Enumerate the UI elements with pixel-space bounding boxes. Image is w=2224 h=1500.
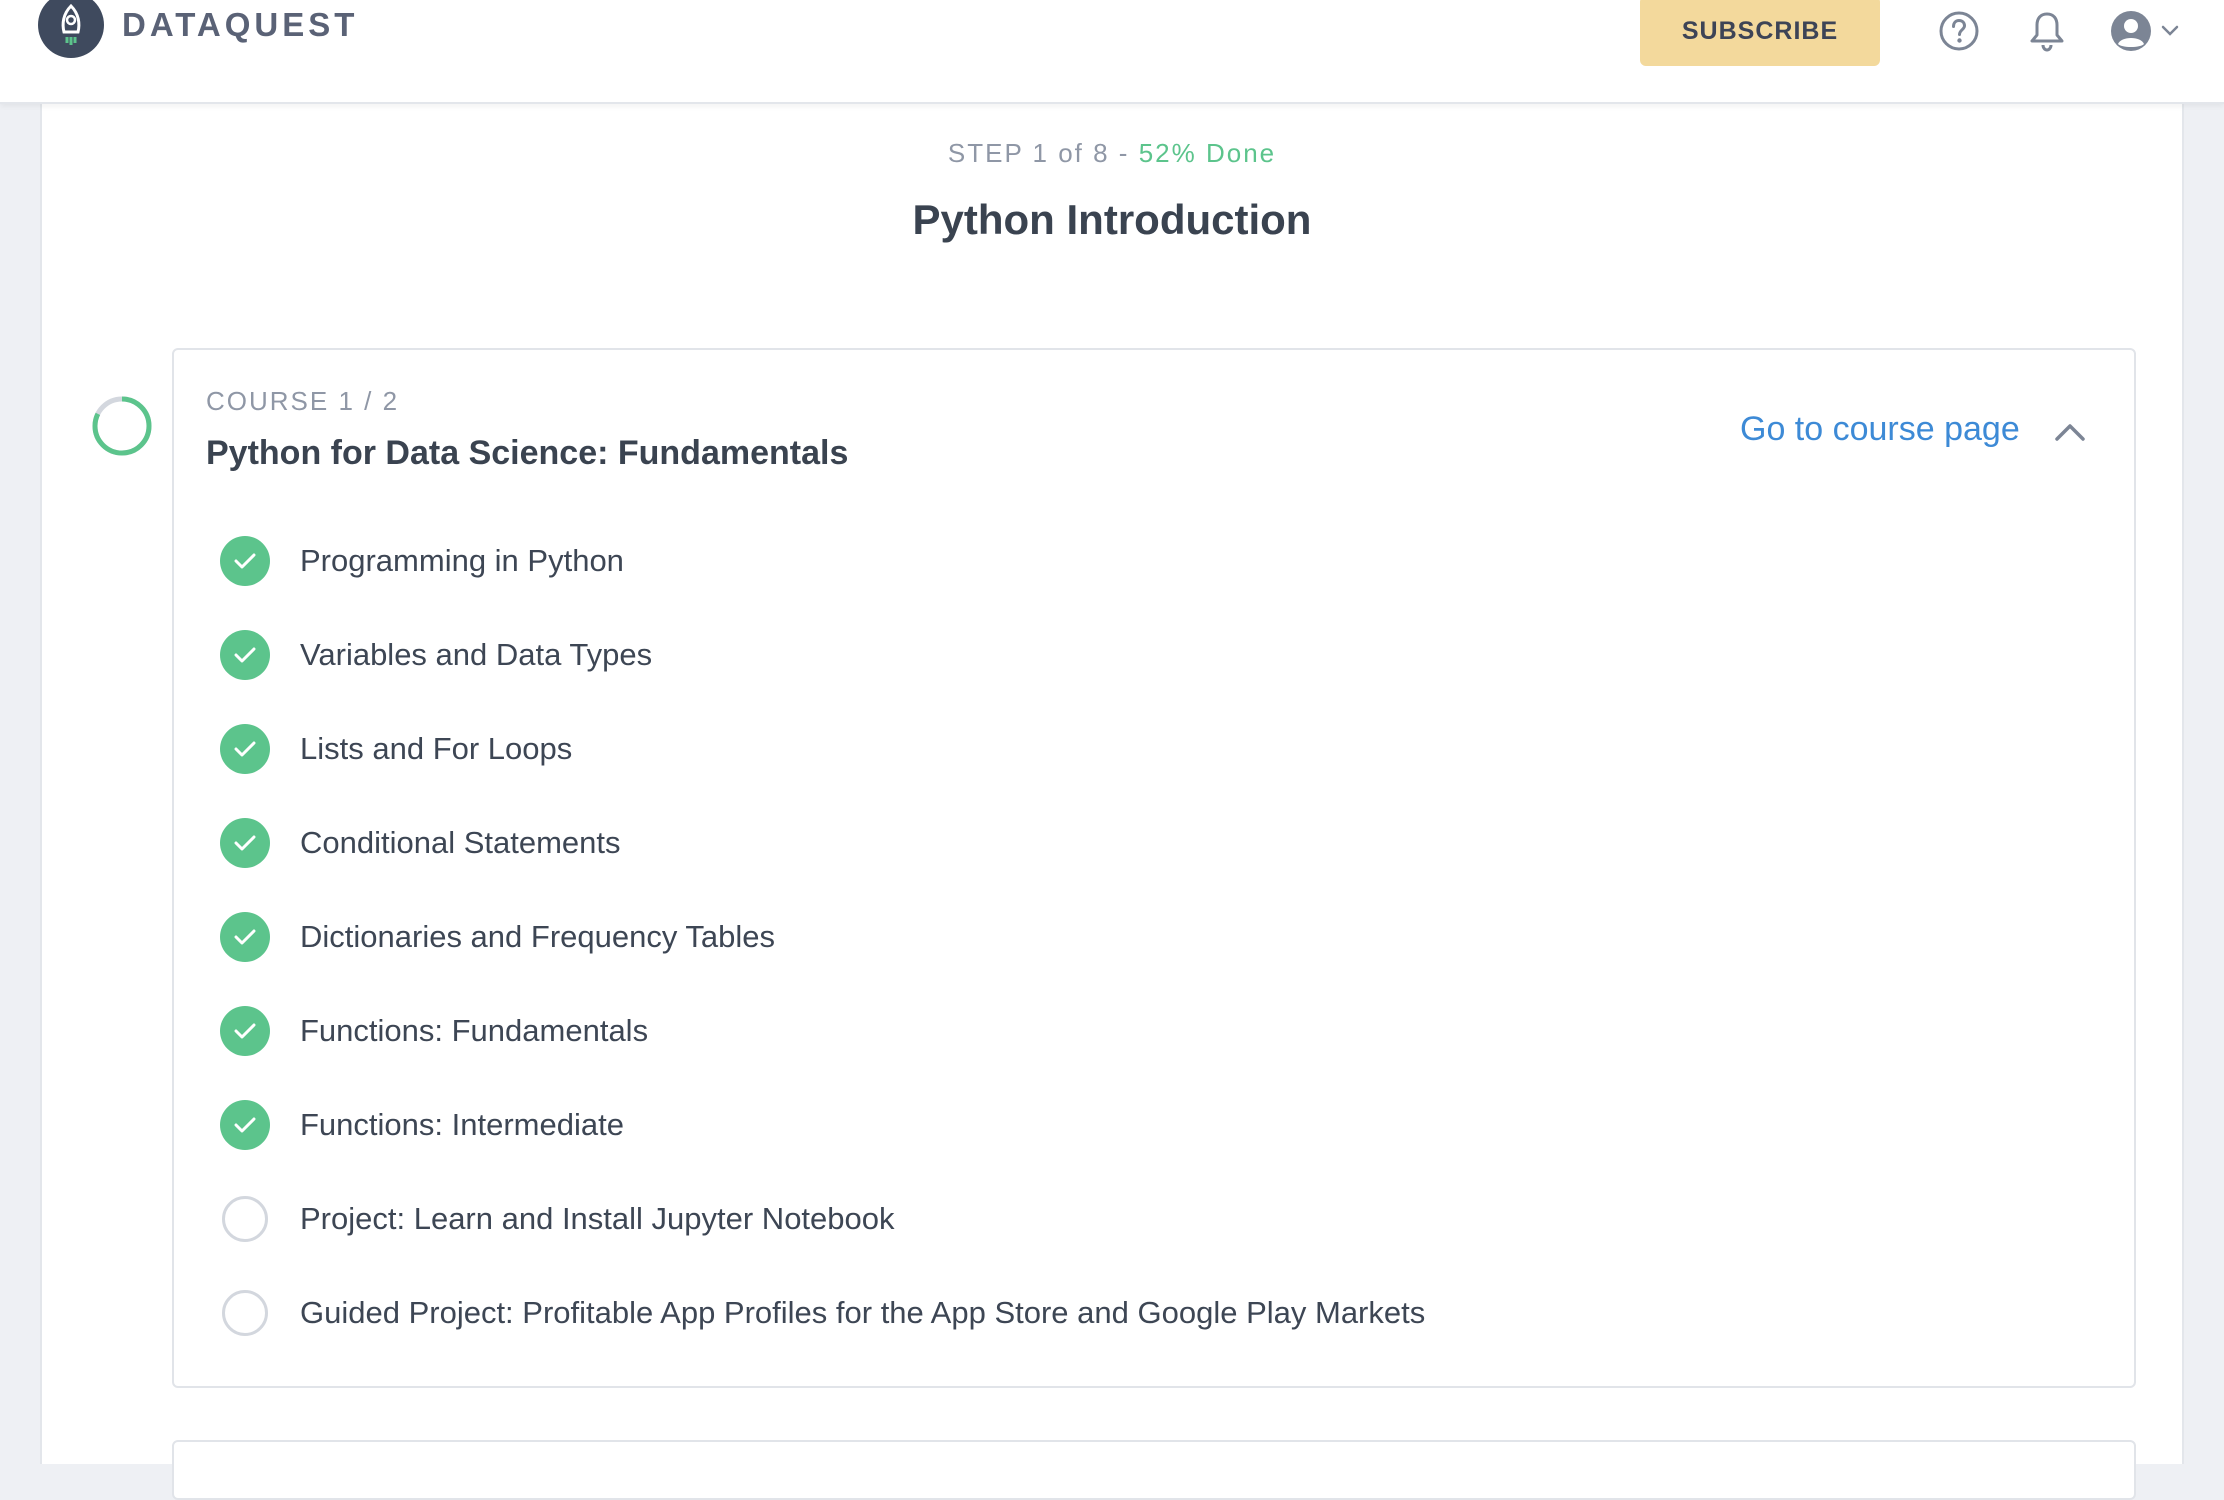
percent-done: 52% Done	[1138, 138, 1277, 168]
lesson-list: Programming in Python Variables and Data …	[220, 514, 1425, 1360]
bell-icon[interactable]	[2024, 8, 2070, 54]
lesson-label: Functions: Fundamentals	[300, 1013, 649, 1048]
empty-circle-icon	[222, 1196, 268, 1242]
check-circle-icon	[220, 536, 270, 586]
lesson-item[interactable]: Dictionaries and Frequency Tables	[220, 890, 1425, 984]
lesson-item[interactable]: Lists and For Loops	[220, 702, 1425, 796]
lesson-item[interactable]: Functions: Fundamentals	[220, 984, 1425, 1078]
help-icon[interactable]	[1936, 8, 1982, 54]
lesson-label: Project: Learn and Install Jupyter Noteb…	[300, 1201, 895, 1236]
lesson-label: Dictionaries and Frequency Tables	[300, 919, 776, 954]
subscribe-button[interactable]: SUBSCRIBE	[1640, 0, 1880, 66]
user-menu[interactable]	[2106, 8, 2184, 54]
course-number: COURSE 1 / 2	[206, 386, 400, 416]
rocket-icon	[38, 0, 104, 58]
lesson-label: Functions: Intermediate	[300, 1107, 624, 1142]
check-circle-icon	[220, 912, 270, 962]
course-title: Python for Data Science: Fundamentals	[206, 434, 849, 472]
lesson-label: Guided Project: Profitable App Profiles …	[300, 1295, 1426, 1330]
course-progress-ring	[92, 396, 152, 456]
check-circle-icon	[220, 818, 270, 868]
brand-name: DATAQUEST	[122, 6, 359, 43]
step-text: STEP 1 of 8 -	[947, 138, 1139, 168]
check-circle-icon	[220, 630, 270, 680]
go-to-course-link[interactable]: Go to course page	[1740, 410, 2020, 449]
path-title: Python Introduction	[912, 196, 1312, 243]
course-card: COURSE 1 / 2 Python for Data Science: Fu…	[172, 348, 2136, 1388]
lesson-item[interactable]: Functions: Intermediate	[220, 1078, 1425, 1172]
check-circle-icon	[220, 1100, 270, 1150]
lesson-item[interactable]: Variables and Data Types	[220, 608, 1425, 702]
step-progress: STEP 1 of 8 - 52% Done	[42, 138, 2182, 169]
empty-circle-icon	[222, 1290, 268, 1336]
lesson-item[interactable]: Conditional Statements	[220, 796, 1425, 890]
lesson-item[interactable]: Project: Learn and Install Jupyter Noteb…	[220, 1172, 1425, 1266]
lesson-label: Conditional Statements	[300, 825, 621, 860]
lesson-label: Programming in Python	[300, 543, 624, 578]
lesson-item[interactable]: Guided Project: Profitable App Profiles …	[220, 1266, 1425, 1360]
user-avatar-icon	[2111, 11, 2151, 51]
check-circle-icon	[220, 1006, 270, 1056]
main-panel: STEP 1 of 8 - 52% Done Python Introducti…	[40, 104, 2184, 1500]
top-nav: DATAQUEST SUBSCRIBE	[0, 0, 2224, 104]
lesson-label: Variables and Data Types	[300, 637, 653, 672]
brand-logo[interactable]: DATAQUEST	[38, 0, 358, 58]
lesson-item[interactable]: Programming in Python	[220, 514, 1425, 608]
chevron-up-icon	[2055, 424, 2085, 441]
next-course-card	[172, 1440, 2136, 1500]
collapse-button[interactable]	[2050, 412, 2090, 452]
lesson-label: Lists and For Loops	[300, 731, 573, 766]
chevron-down-icon	[2161, 25, 2179, 36]
check-circle-icon	[220, 724, 270, 774]
